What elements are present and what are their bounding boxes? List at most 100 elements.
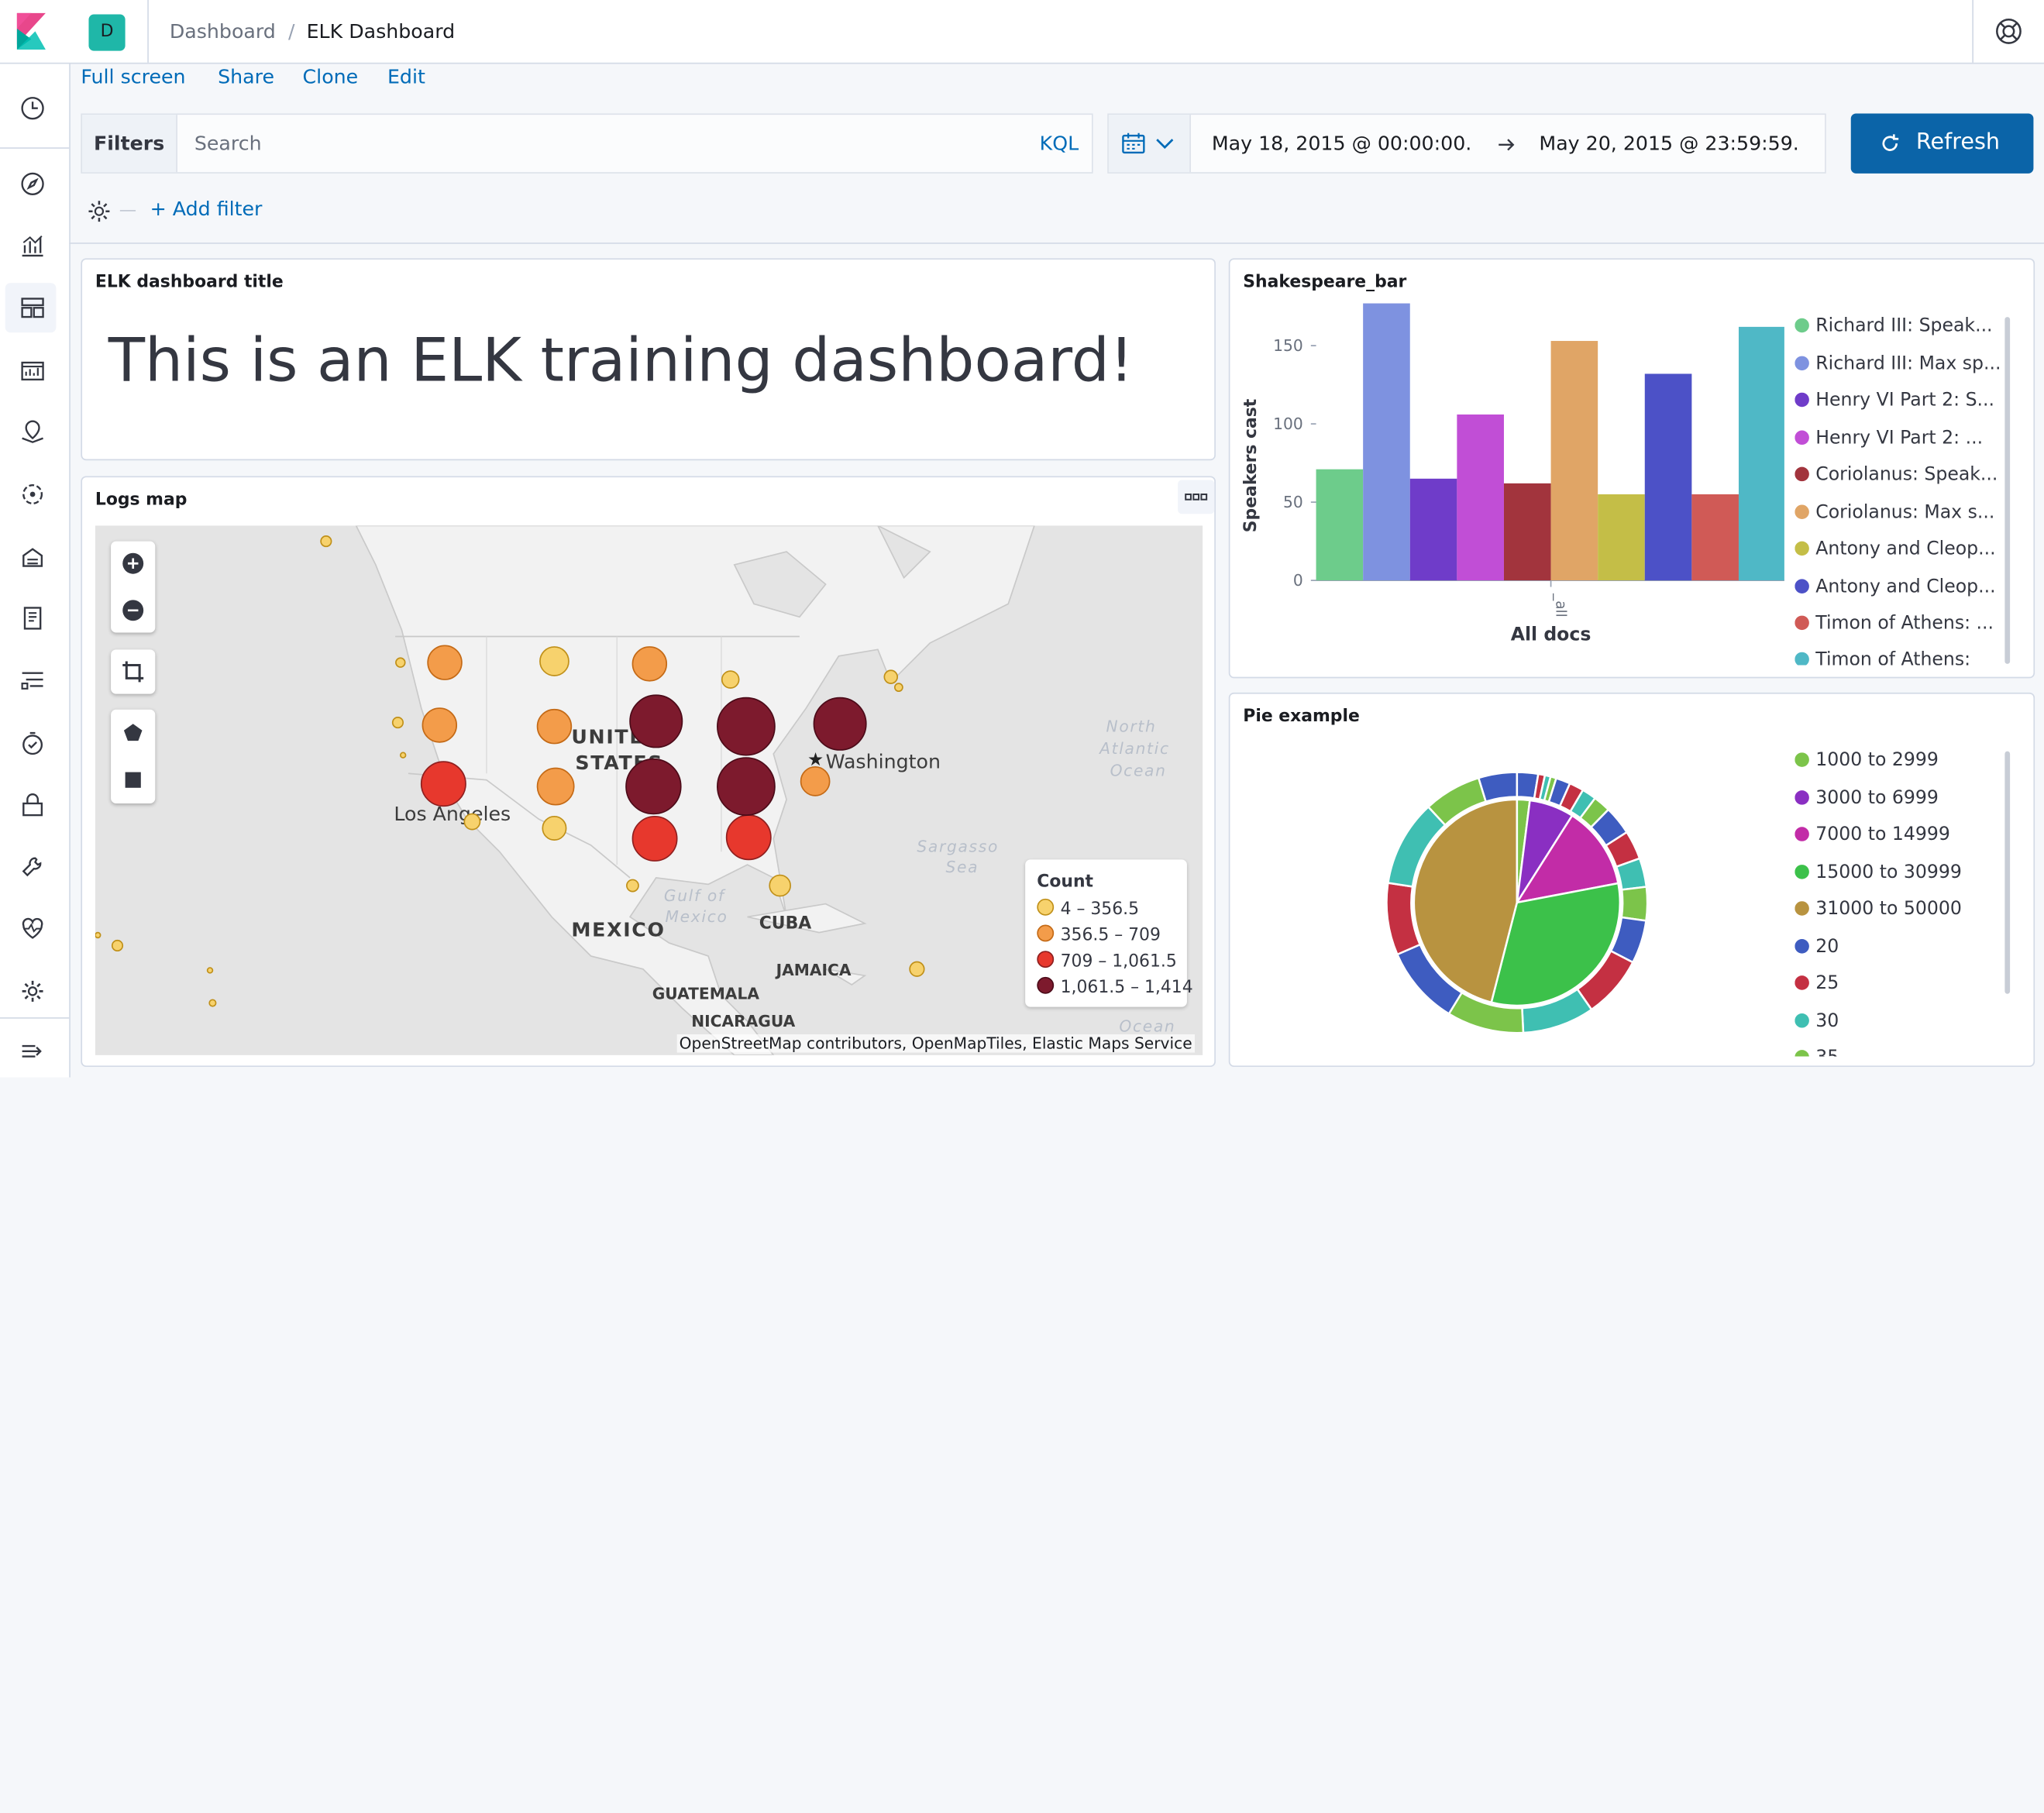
maps-pin-icon[interactable] — [17, 416, 48, 447]
bar-legend-item[interactable]: Richard III: Speak... — [1795, 315, 1993, 336]
pie-outer-slice — [1620, 886, 1649, 922]
recent-clock-icon[interactable] — [17, 93, 48, 124]
add-filter-button[interactable]: + Add filter — [150, 197, 263, 220]
share-link[interactable]: Share — [218, 65, 274, 88]
map-point — [463, 813, 481, 831]
pie-legend-item[interactable]: 15000 to 30999 — [1795, 862, 1962, 883]
bar-legend-item[interactable]: Richard III: Max sp... — [1795, 353, 2001, 374]
clone-link[interactable]: Clone — [303, 65, 359, 88]
filters-button[interactable]: Filters — [82, 115, 177, 173]
visualize-chart-icon[interactable] — [17, 229, 48, 260]
panel-title: ELK dashboard title — [95, 272, 284, 293]
panel-options-button[interactable] — [1178, 480, 1215, 514]
end-date[interactable]: May 20, 2015 @ 23:59:59. — [1539, 132, 1798, 155]
y-tick-label: 150 — [1273, 336, 1303, 355]
map-point — [631, 646, 668, 682]
date-picker: May 18, 2015 @ 00:00:00. May 20, 2015 @ … — [1107, 113, 1826, 174]
legend-swatch — [1795, 615, 1809, 631]
zoom-out-button[interactable] — [111, 588, 155, 632]
pie-legend-item[interactable]: 1000 to 2999 — [1795, 750, 1939, 771]
map-panel: Logs map UNITED STATES ★ Washington Los … — [81, 476, 1216, 1068]
canvas-icon[interactable] — [17, 355, 48, 386]
legend-swatch — [1795, 975, 1809, 990]
draw-rectangle-button[interactable] — [111, 758, 155, 802]
kql-language-toggle[interactable]: KQL — [1040, 132, 1079, 155]
bar — [1503, 483, 1551, 581]
bar — [1598, 494, 1645, 581]
pie-legend-item[interactable]: 31000 to 50000 — [1795, 899, 1962, 920]
kibana-logo-icon[interactable] — [0, 0, 63, 63]
bar-legend-item[interactable]: Timon of Athens: ... — [1795, 613, 1994, 634]
minus-circle-icon — [122, 600, 144, 621]
pie-legend-item[interactable]: 30 — [1795, 1011, 1839, 1032]
legend-swatch — [1795, 901, 1809, 916]
map-point — [95, 931, 102, 939]
bar-legend-item[interactable]: Timon of Athens: — [1795, 649, 1970, 666]
map-point — [111, 939, 124, 952]
draw-polygon-button[interactable] — [111, 710, 155, 755]
bar-legend-item[interactable]: Coriolanus: Max s... — [1795, 502, 1994, 523]
edit-link[interactable]: Edit — [387, 65, 425, 88]
pie-legend-item[interactable]: 3000 to 6999 — [1795, 788, 1939, 809]
legend-swatch — [1795, 430, 1809, 446]
bar-legend-item[interactable]: Antony and Cleop... — [1795, 576, 1996, 597]
bar-legend-item[interactable]: Henry VI Part 2: S... — [1795, 390, 1994, 411]
full-screen-link[interactable]: Full screen — [81, 65, 185, 88]
legend-swatch — [1037, 976, 1055, 994]
space-avatar[interactable]: D — [88, 14, 126, 51]
bar-legend-scrollbar[interactable] — [2004, 317, 2011, 664]
help-icon[interactable] — [1993, 15, 2024, 46]
zoom-in-button[interactable] — [111, 542, 155, 586]
map-legend: Count 4 – 356.5 356.5 – 709 709 – 1,061.… — [1025, 859, 1193, 1007]
top-bar: D Dashboard / ELK Dashboard — [0, 0, 2044, 64]
refresh-label: Refresh — [1915, 129, 2000, 156]
filter-settings-gear-icon[interactable] — [86, 198, 112, 225]
bar-legend-item[interactable]: Antony and Cleop... — [1795, 538, 1996, 559]
refresh-button[interactable]: Refresh — [1850, 113, 2034, 174]
dev-tools-wrench-icon[interactable] — [17, 851, 48, 882]
start-date[interactable]: May 18, 2015 @ 00:00:00. — [1212, 132, 1471, 155]
shakespeare-bar-panel: Shakespeare_bar 0 50 100 150 _all All docs Spe… — [1228, 258, 2035, 679]
discover-compass-icon[interactable] — [17, 168, 48, 199]
map-attribution[interactable]: OpenStreetMap contributors, OpenMapTiles… — [676, 1034, 1195, 1053]
y-tick-label: 0 — [1293, 571, 1303, 590]
pie-legend-item[interactable]: 35 — [1795, 1048, 1839, 1057]
legend-swatch — [1037, 898, 1055, 916]
pie-legend-item[interactable]: 20 — [1795, 937, 1839, 958]
management-gear-icon[interactable] — [17, 975, 48, 1006]
logs-icon[interactable] — [17, 603, 48, 634]
dashboard-icon[interactable] — [17, 292, 48, 323]
legend-swatch — [1795, 579, 1809, 593]
bar-legend-item[interactable]: Coriolanus: Speak... — [1795, 464, 1998, 485]
pie-legend-item[interactable]: 7000 to 14999 — [1795, 824, 1950, 845]
map-canvas[interactable]: UNITED STATES ★ Washington Los Angeles M… — [95, 525, 1203, 1055]
map-point — [539, 646, 569, 676]
legend-swatch — [1795, 939, 1809, 954]
siem-lock-icon[interactable] — [17, 789, 48, 820]
apm-icon[interactable] — [17, 666, 48, 697]
pie-legend-item[interactable]: 25 — [1795, 973, 1839, 994]
uptime-icon[interactable] — [17, 728, 48, 759]
pie-outer-slice — [1477, 771, 1519, 803]
fit-bounds-button[interactable] — [111, 649, 156, 694]
arrow-right-icon — [1499, 139, 1515, 151]
markdown-panel: ELK dashboard title This is an ELK train… — [81, 258, 1216, 461]
map-point — [893, 683, 903, 693]
machine-learning-icon[interactable] — [17, 479, 48, 510]
breadcrumb-separator: / — [288, 19, 295, 43]
map-point — [536, 708, 573, 745]
bar-legend-item[interactable]: Henry VI Part 2: ... — [1795, 428, 1983, 449]
bar-legend: Richard III: Speak... Richard III: Max s… — [1795, 315, 2023, 666]
map-point — [769, 874, 791, 897]
search-input[interactable] — [178, 115, 1014, 173]
panel-title: Logs map — [95, 490, 188, 511]
infrastructure-icon[interactable] — [17, 542, 48, 573]
map-point — [391, 717, 404, 729]
expand-nav-icon[interactable] — [17, 1036, 48, 1067]
monitoring-heartbeat-icon[interactable] — [17, 913, 48, 944]
pie-legend-scrollbar[interactable] — [2004, 751, 2011, 994]
bar — [1316, 469, 1364, 581]
breadcrumb-root[interactable]: Dashboard — [170, 19, 276, 43]
quick-date-menu-button[interactable] — [1108, 115, 1191, 173]
refresh-icon — [1882, 134, 1899, 151]
